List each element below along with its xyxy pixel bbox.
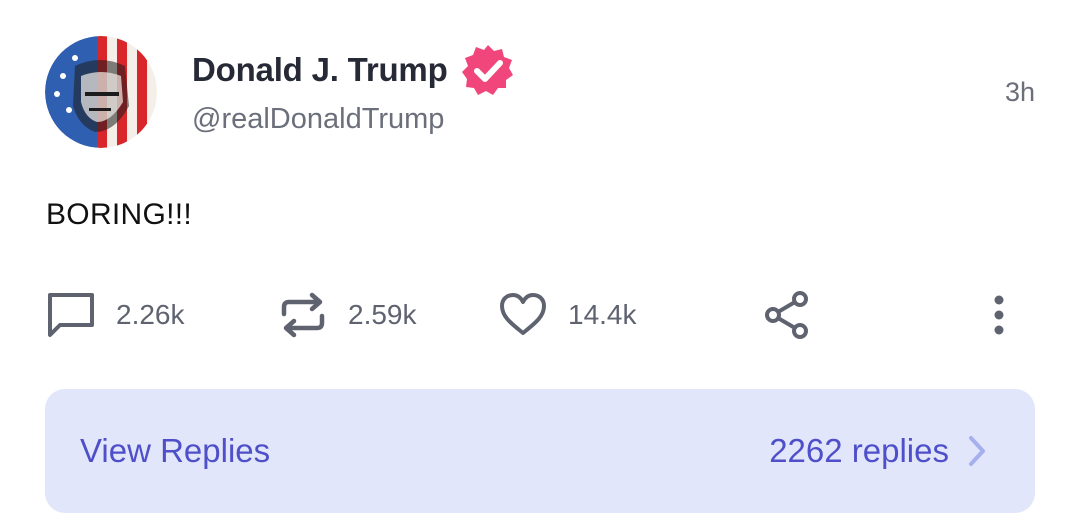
like-count: 14.4k: [568, 299, 637, 330]
post-text: BORING!!!: [46, 198, 193, 231]
replies-count: 2262 replies: [769, 432, 949, 469]
like-button[interactable]: 14.4k: [498, 286, 637, 344]
verified-badge-icon: [461, 45, 513, 95]
post-timestamp: 3h: [1004, 77, 1035, 107]
view-replies-bar[interactable]: View Replies 2262 replies: [45, 389, 1035, 513]
chevron-right-icon: [969, 436, 985, 466]
reply-count: 2.26k: [116, 299, 185, 330]
author-row: Donald J. Trump: [192, 42, 516, 98]
more-options-button[interactable]: [984, 286, 1014, 344]
author-handle[interactable]: @realDonaldTrump: [192, 103, 444, 136]
author-name[interactable]: Donald J. Trump: [192, 51, 448, 89]
share-button[interactable]: [764, 286, 812, 344]
share-icon: [765, 291, 808, 339]
action-bar: 2.26k 2.59k 14.4k: [0, 286, 1080, 344]
view-replies-label: View Replies: [80, 432, 271, 469]
avatar[interactable]: [45, 36, 157, 148]
repost-count: 2.59k: [348, 299, 417, 330]
repost-button[interactable]: 2.59k: [278, 286, 417, 344]
more-vertical-icon: [994, 295, 1004, 335]
comment-icon: [48, 293, 94, 337]
heart-icon: [500, 293, 546, 335]
reply-button[interactable]: 2.26k: [46, 286, 185, 344]
replies-count-group: 2262 replies: [769, 432, 987, 470]
repost-icon: [281, 292, 325, 338]
